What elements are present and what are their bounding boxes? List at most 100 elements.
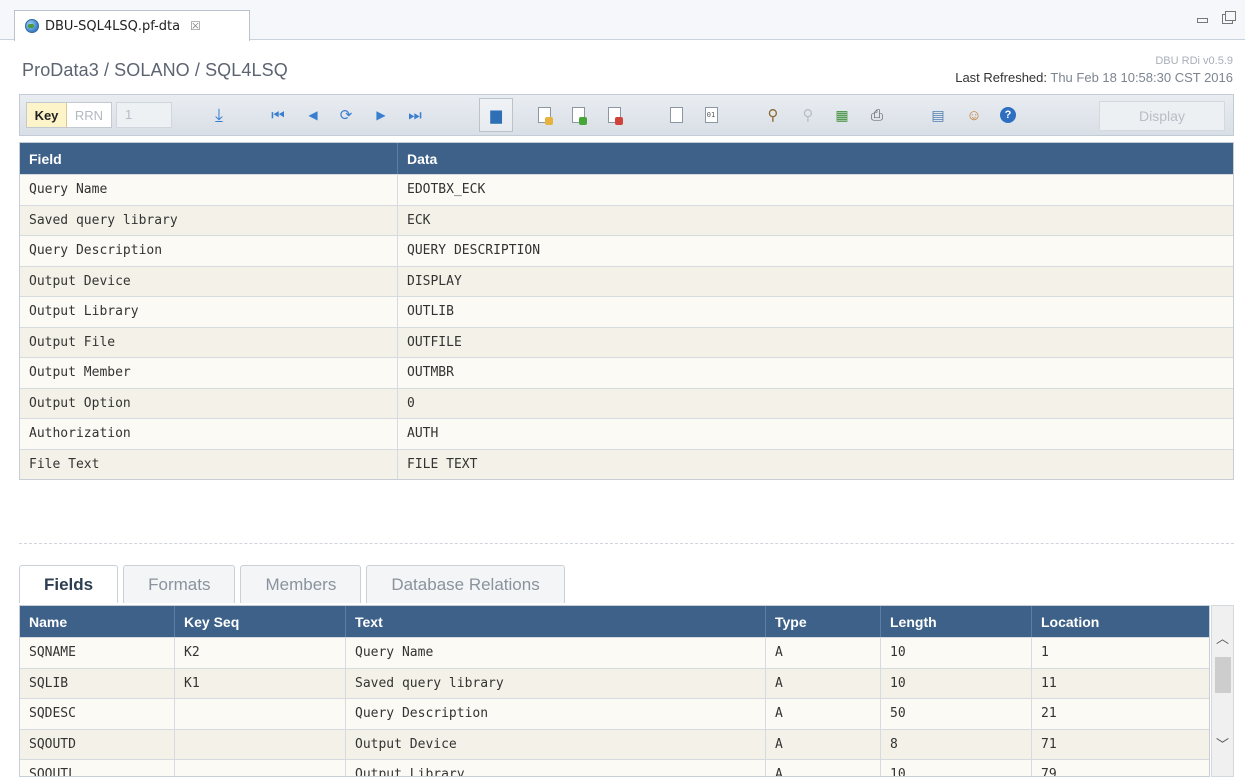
scroll-up-icon[interactable]: ︿: [1216, 628, 1229, 647]
column-header-key-seq[interactable]: Key Seq: [175, 606, 346, 637]
field-name-cell: Output Device: [20, 266, 398, 296]
table-row[interactable]: SQNAME K2 Query Name A 10 1: [20, 637, 1209, 668]
window-controls: [1197, 11, 1236, 24]
table-row[interactable]: Query Description QUERY DESCRIPTION: [20, 235, 1233, 266]
globe-icon: [25, 19, 39, 33]
scroll-down-icon[interactable]: ﹀: [1216, 734, 1229, 753]
table-row[interactable]: Authorization AUTH: [20, 418, 1233, 449]
last-record-icon[interactable]: ⏭: [406, 106, 424, 124]
table-row[interactable]: SQDESC Query Description A 50 21: [20, 698, 1209, 729]
column-header-field[interactable]: Field: [20, 143, 398, 174]
key-seq-cell: [175, 699, 346, 729]
field-value-cell[interactable]: EDOTBX_ECK: [398, 175, 1233, 205]
column-header-data[interactable]: Data: [398, 143, 1233, 174]
table-row[interactable]: Saved query library ECK: [20, 204, 1233, 236]
text-cell: Output Device: [346, 729, 766, 759]
field-value-cell[interactable]: DISPLAY: [398, 267, 1233, 297]
close-icon[interactable]: ☒: [190, 19, 201, 33]
tab-fields[interactable]: Fields: [19, 565, 119, 603]
field-name-cell: Saved query library: [20, 205, 398, 235]
column-header-name[interactable]: Name: [20, 606, 175, 637]
users-icon[interactable]: ☺: [965, 106, 983, 124]
text-cell: Saved query library: [346, 668, 766, 698]
add-record-icon[interactable]: [569, 106, 587, 125]
divider: [19, 543, 1234, 544]
field-value-cell[interactable]: FILE TEXT: [398, 450, 1233, 480]
refreshed-label: Last Refreshed:: [955, 70, 1047, 85]
field-name-cell: Output File: [20, 327, 398, 357]
column-header-text[interactable]: Text: [346, 606, 766, 637]
fields-table-header: Name Key Seq Text Type Length Location: [20, 606, 1209, 637]
field-value-cell[interactable]: QUERY DESCRIPTION: [398, 236, 1233, 266]
field-value-cell[interactable]: OUTMBR: [398, 358, 1233, 388]
monitor-icon[interactable]: ▆: [487, 106, 505, 124]
table-row[interactable]: Output File OUTFILE: [20, 326, 1233, 358]
rrn-button[interactable]: RRN: [67, 103, 111, 127]
field-value-cell[interactable]: OUTFILE: [398, 328, 1233, 358]
table-row[interactable]: Output Library OUTLIB: [20, 296, 1233, 327]
maximize-icon[interactable]: [1222, 11, 1236, 24]
tab-database-relations[interactable]: Database Relations: [366, 565, 565, 603]
text-cell: Query Description: [346, 699, 766, 729]
fields-table-scrollbar[interactable]: ︿ ﹀: [1211, 605, 1234, 777]
key-rrn-toggle: Key RRN: [26, 102, 112, 128]
print-icon[interactable]: ⎙: [868, 106, 886, 124]
type-cell: A: [766, 729, 881, 759]
find-next-icon[interactable]: ⚲: [799, 106, 817, 124]
hex-view-icon[interactable]: 01: [702, 106, 720, 124]
table-row[interactable]: Output Device DISPLAY: [20, 265, 1233, 297]
table-row[interactable]: Output Member OUTMBR: [20, 357, 1233, 388]
field-name-cell: Output Member: [20, 358, 398, 388]
delete-record-icon[interactable]: [605, 106, 623, 125]
help-icon[interactable]: ?: [999, 106, 1017, 124]
breadcrumb: ProData3 / SOLANO / SQL4LSQ: [22, 60, 288, 80]
table-row[interactable]: SQOUTD Output Device A 8 71: [20, 728, 1209, 759]
location-cell: 11: [1041, 675, 1057, 691]
name-cell: SQNAME: [20, 638, 175, 668]
editor-tab-bar: DBU-SQL4LSQ.pf-dta ☒: [0, 0, 1245, 41]
refresh-icon[interactable]: ⟳: [337, 106, 355, 124]
field-name-cell: Query Description: [20, 236, 398, 266]
name-cell: SQOUTL: [20, 760, 175, 776]
table-row[interactable]: File Text FILE TEXT: [20, 448, 1233, 480]
column-header-length[interactable]: Length: [881, 606, 1032, 637]
column-header-location[interactable]: Location: [1032, 606, 1209, 637]
minimize-icon[interactable]: [1197, 18, 1208, 23]
export-excel-icon[interactable]: ▦: [833, 106, 851, 124]
next-record-icon[interactable]: ▶: [372, 106, 390, 124]
key-seq-cell: K2: [175, 638, 346, 668]
display-button[interactable]: Display: [1099, 101, 1225, 131]
column-header-type[interactable]: Type: [766, 606, 881, 637]
previous-record-icon[interactable]: ◀: [304, 106, 322, 124]
field-value-cell[interactable]: ECK: [398, 206, 1233, 236]
editor-tab[interactable]: DBU-SQL4LSQ.pf-dta ☒: [14, 10, 250, 41]
field-name-cell: Output Option: [20, 388, 398, 418]
location-cell: 79: [1041, 767, 1057, 777]
key-seq-cell: K1: [175, 668, 346, 698]
properties-icon[interactable]: ▤: [929, 106, 947, 124]
copy-icon[interactable]: [667, 106, 685, 124]
scroll-thumb[interactable]: [1215, 657, 1231, 693]
find-icon[interactable]: ⚲: [764, 106, 782, 124]
record-table-header: Field Data: [20, 143, 1233, 174]
table-row[interactable]: Query Name EDOTBX_ECK: [20, 174, 1233, 205]
first-record-icon[interactable]: ⏮: [269, 106, 287, 124]
tab-formats[interactable]: Formats: [123, 565, 236, 603]
detail-tabs: Fields Formats Members Database Relation…: [19, 565, 570, 603]
field-name-cell: Authorization: [20, 419, 398, 449]
field-value-cell[interactable]: OUTLIB: [398, 297, 1233, 327]
rrn-input[interactable]: 1: [116, 102, 172, 128]
record-data-table: Field Data Query Name EDOTBX_ECK Saved que…: [19, 142, 1234, 480]
type-cell: A: [766, 699, 881, 729]
table-row[interactable]: SQOUTL Output Library A 10 79: [20, 759, 1209, 777]
table-row[interactable]: Output Option 0: [20, 387, 1233, 419]
table-row[interactable]: SQLIB K1 Saved query library A 10 11: [20, 667, 1209, 698]
tab-members[interactable]: Members: [240, 565, 362, 603]
edit-record-icon[interactable]: [535, 106, 553, 125]
editor-tab-title: DBU-SQL4LSQ.pf-dta: [45, 18, 181, 34]
text-cell: Output Library: [346, 760, 766, 776]
key-button[interactable]: Key: [27, 103, 67, 127]
field-value-cell[interactable]: 0: [398, 389, 1233, 419]
field-value-cell[interactable]: AUTH: [398, 419, 1233, 449]
download-icon[interactable]: ⤓: [210, 106, 228, 124]
